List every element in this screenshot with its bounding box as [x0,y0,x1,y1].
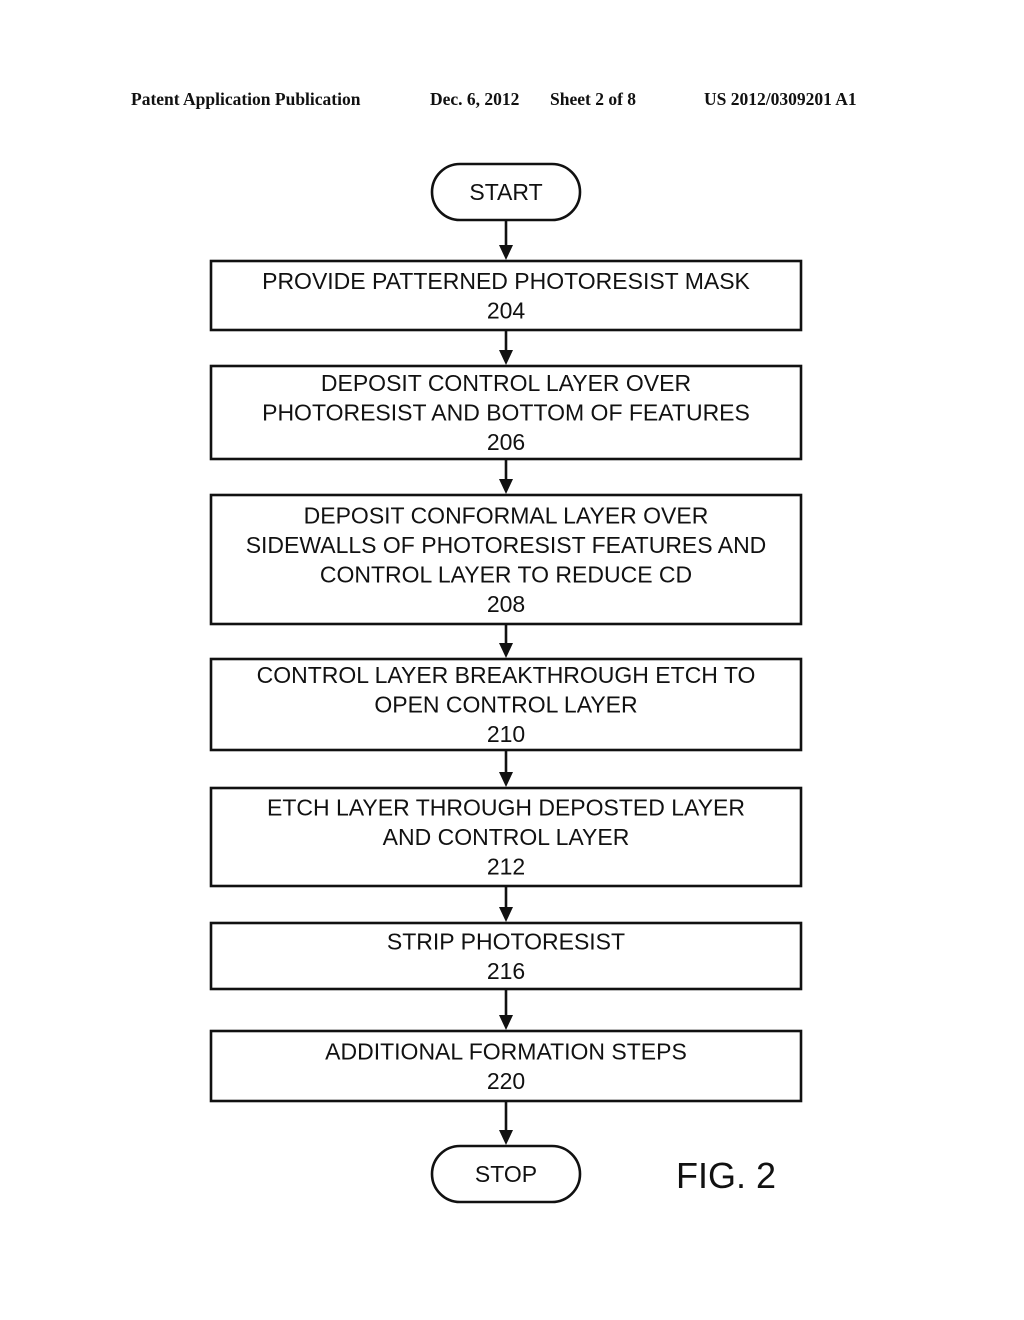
process-step-206: DEPOSIT CONTROL LAYER OVER PHOTORESIST AN… [209,364,803,461]
arrowhead-icon [499,350,513,365]
step-text-line: SIDEWALLS OF PHOTORESIST FEATURES AND [246,532,767,558]
flow-arrow [499,750,513,787]
arrowhead-icon [499,643,513,658]
step-text-line: DEPOSIT CONTROL LAYER OVER [321,370,691,396]
process-step-204: PROVIDE PATTERNED PHOTORESIST MASK 204 [209,259,803,332]
step-reference-number: 216 [487,958,525,984]
flow-arrow [499,624,513,658]
step-reference-number: 206 [487,429,525,455]
step-reference-number: 212 [487,854,525,880]
step-reference-number: 210 [487,721,525,747]
step-text-line: ETCH LAYER THROUGH DEPOSTED LAYER [267,795,745,821]
stop-label: STOP [475,1161,537,1187]
arrowhead-icon [499,772,513,787]
process-step-208: DEPOSIT CONFORMAL LAYER OVER SIDEWALLS OF… [209,493,803,626]
flow-arrow [499,886,513,922]
step-text-line: AND CONTROL LAYER [383,824,630,850]
start-label: START [469,179,542,205]
step-reference-number: 204 [487,297,526,323]
start-terminal: START [430,162,582,222]
process-steps: PROVIDE PATTERNED PHOTORESIST MASK 204 DEP… [209,259,803,1103]
step-text-line: CONTROL LAYER BREAKTHROUGH ETCH TO [257,662,756,688]
flow-arrow [499,1101,513,1145]
process-step-220: ADDITIONAL FORMATION STEPS 220 [209,1029,803,1103]
process-step-210: CONTROL LAYER BREAKTHROUGH ETCH TO OPEN C… [209,657,803,752]
step-text-line: DEPOSIT CONFORMAL LAYER OVER [304,502,709,528]
step-text-line: CONTROL LAYER TO REDUCE CD [320,561,692,587]
step-reference-number: 208 [487,591,525,617]
process-step-212: ETCH LAYER THROUGH DEPOSTED LAYER AND CON… [209,786,803,888]
flowchart: START PROVIDE PATTERNED PHOTORESIST MASK… [209,162,803,1204]
figure-label: FIG. 2 [676,1155,776,1196]
step-text-line: PROVIDE PATTERNED PHOTORESIST MASK [262,268,750,294]
arrowhead-icon [499,1015,513,1030]
step-text-line: OPEN CONTROL LAYER [374,692,637,718]
arrowhead-icon [499,479,513,494]
flow-arrow [499,989,513,1030]
step-text-line: PHOTORESIST AND BOTTOM OF FEATURES [262,400,750,426]
flow-arrow [499,220,513,260]
arrowhead-icon [499,1130,513,1145]
flow-arrow [499,330,513,365]
stop-terminal: STOP [430,1144,582,1204]
step-text-line: ADDITIONAL FORMATION STEPS [325,1038,687,1064]
arrowhead-icon [499,245,513,260]
step-reference-number: 220 [487,1068,525,1094]
step-text-line: STRIP PHOTORESIST [387,928,625,954]
flow-arrow [499,459,513,494]
arrowhead-icon [499,907,513,922]
process-step-216: STRIP PHOTORESIST 216 [209,921,803,991]
